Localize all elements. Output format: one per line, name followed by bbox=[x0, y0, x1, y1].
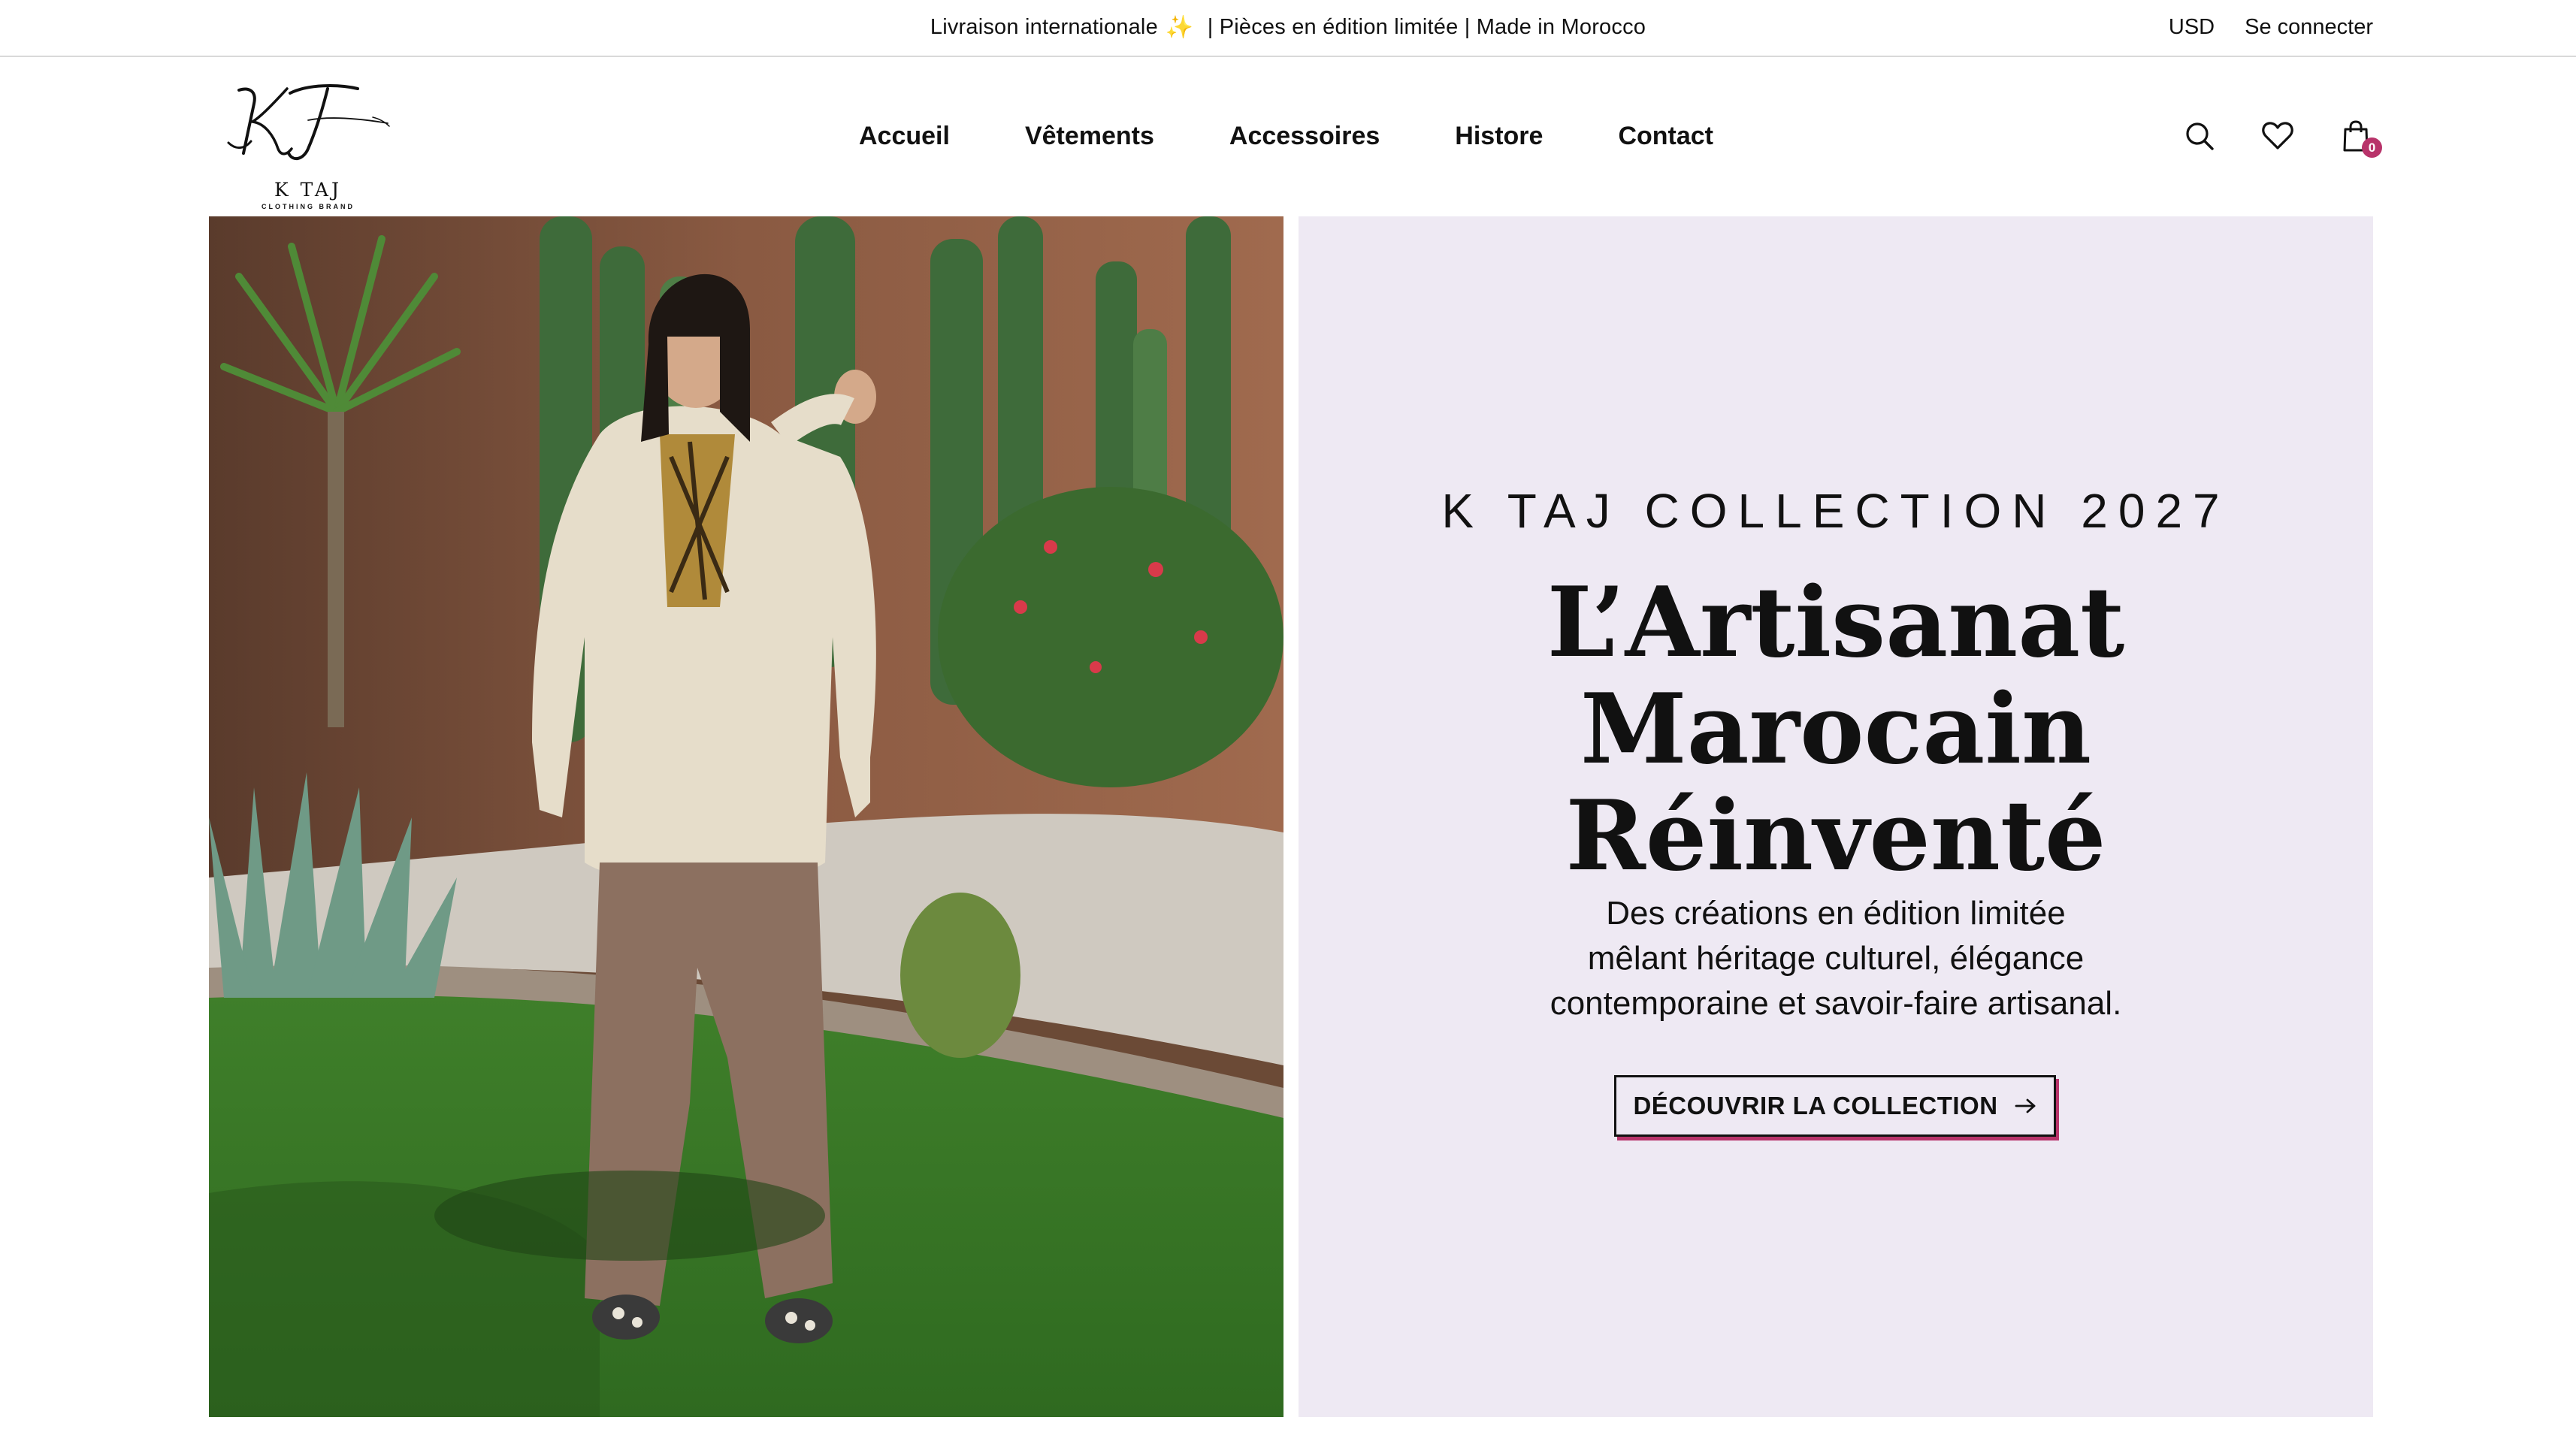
hero-image bbox=[209, 216, 1283, 1417]
hero-description-line-2: mêlant héritage culturel, élégance bbox=[1587, 940, 2085, 977]
hero-description: Des créations en édition limitée mêlant … bbox=[1299, 891, 2373, 1026]
search-button[interactable] bbox=[2182, 119, 2217, 153]
logo-name: K TAJ bbox=[274, 179, 342, 201]
heart-icon bbox=[2262, 122, 2293, 150]
nav-item-histoire[interactable]: Histore bbox=[1455, 122, 1543, 151]
main-nav: Accueil Vêtements Accessoires Histore Co… bbox=[859, 57, 1713, 215]
currency-selector[interactable]: USD bbox=[2169, 15, 2215, 40]
site-header: K TAJ CLOTHING BRAND Accueil Vêtements A… bbox=[0, 57, 2576, 215]
cart-count-badge: 0 bbox=[2362, 137, 2382, 158]
login-link[interactable]: Se connecter bbox=[2245, 15, 2373, 40]
nav-item-vetements[interactable]: Vêtements bbox=[1025, 122, 1154, 151]
cart-button[interactable]: 0 bbox=[2339, 119, 2382, 158]
hero-photo-illustration bbox=[209, 216, 1283, 1417]
account-links: USD Se connecter bbox=[2169, 0, 2373, 54]
search-icon bbox=[2186, 122, 2214, 150]
logo-monogram-icon bbox=[227, 84, 390, 161]
nav-item-accueil[interactable]: Accueil bbox=[859, 122, 950, 151]
brand-logo[interactable]: K TAJ CLOTHING BRAND bbox=[218, 74, 398, 210]
hero-description-line-3: contemporaine et savoir-faire artisanal. bbox=[1550, 985, 2122, 1022]
nav-item-accessoires[interactable]: Accessoires bbox=[1229, 122, 1380, 151]
hero-headline-line-2: Réinventé bbox=[1565, 780, 2106, 893]
announcement-shipping: Livraison internationale bbox=[930, 14, 1158, 39]
discover-collection-button[interactable]: DÉCOUVRIR LA COLLECTION bbox=[1614, 1075, 2056, 1137]
header-actions: 0 bbox=[2182, 57, 2382, 215]
nav-item-contact[interactable]: Contact bbox=[1618, 122, 1713, 151]
announcement-details: | Pièces en édition limitée | Made in Mo… bbox=[1201, 14, 1646, 39]
logo-tagline: CLOTHING BRAND bbox=[262, 203, 355, 210]
hero-description-line-1: Des créations en édition limitée bbox=[1606, 895, 2066, 932]
page: Livraison internationale ✨ | Pièces en é… bbox=[0, 0, 2576, 1429]
announcement-bar: Livraison internationale ✨ | Pièces en é… bbox=[0, 0, 2576, 57]
sparkle-icon: ✨ bbox=[1165, 14, 1194, 40]
hero-headline-line-1: L’Artisanat Marocain bbox=[1547, 566, 2125, 786]
cta-label: DÉCOUVRIR LA COLLECTION bbox=[1633, 1092, 1998, 1119]
wishlist-button[interactable] bbox=[2260, 119, 2295, 153]
hero-panel: K TAJ COLLECTION 2027 L’Artisanat Maroca… bbox=[1299, 216, 2373, 1417]
arrow-right-icon bbox=[2015, 1098, 2035, 1113]
hero-eyebrow: K TAJ COLLECTION 2027 bbox=[1441, 484, 2230, 538]
hero-headline: L’Artisanat Marocain Réinventé bbox=[1299, 569, 2373, 890]
